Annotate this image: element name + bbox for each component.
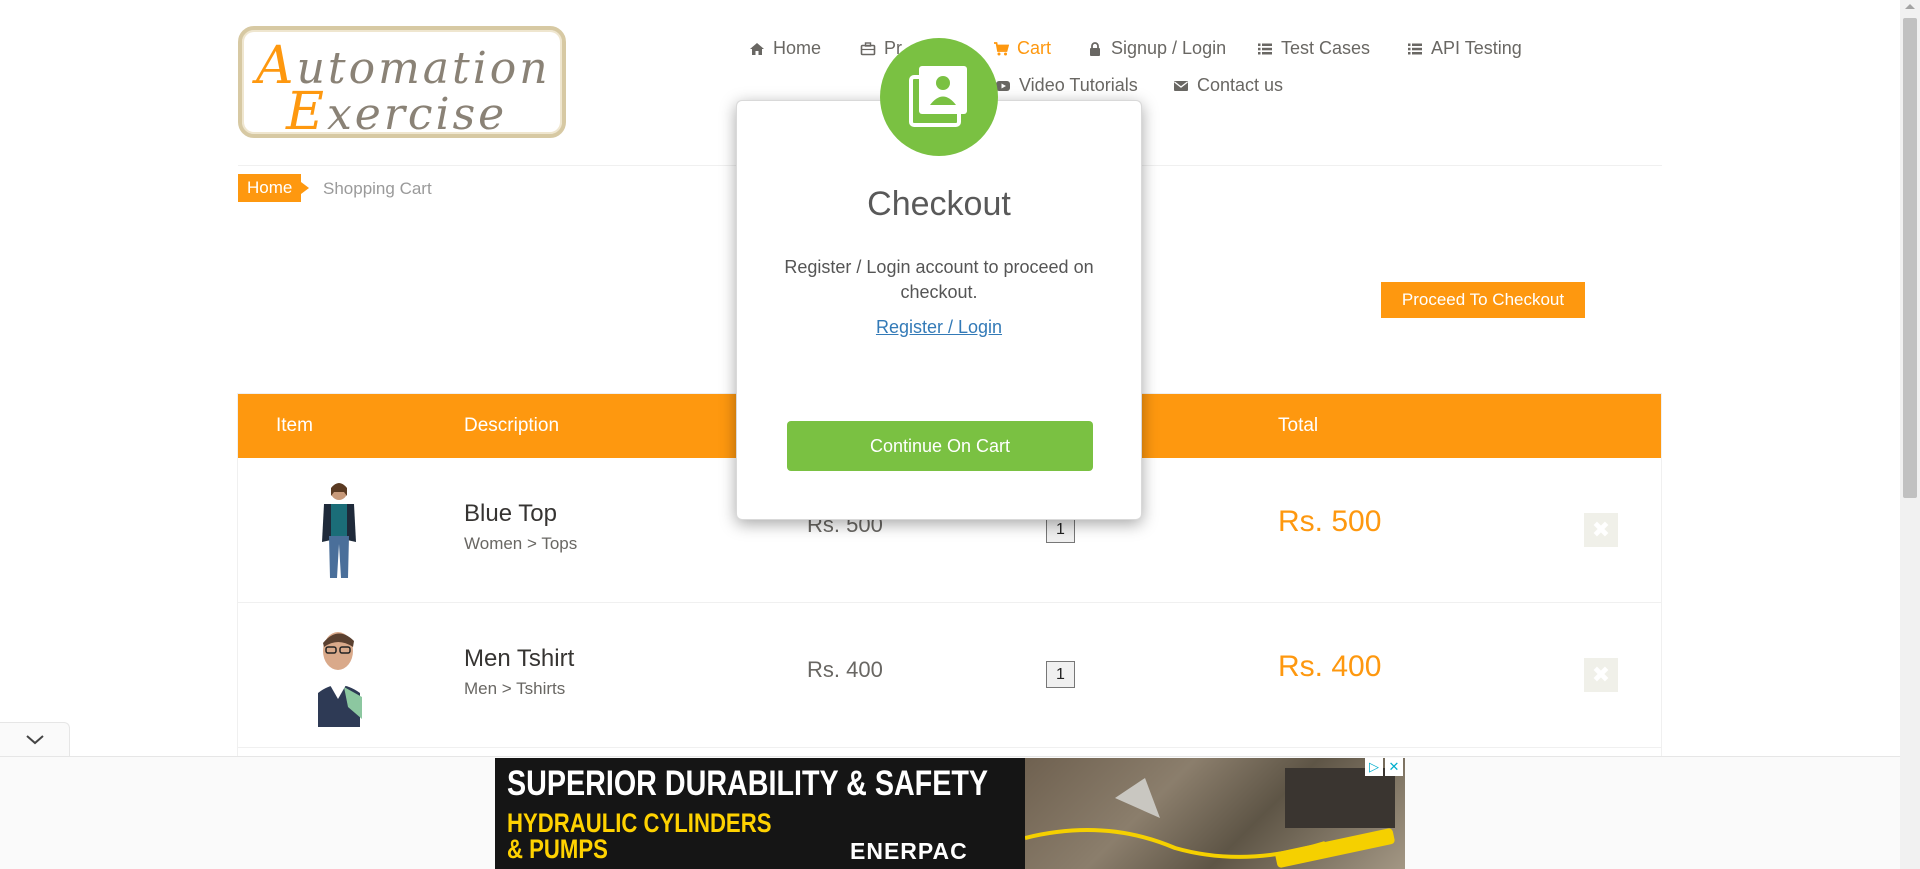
list-icon — [1258, 43, 1272, 54]
chevron-down-icon — [26, 735, 44, 745]
breadcrumb-current: Shopping Cart — [323, 179, 432, 198]
nav-signup-login-label: Signup / Login — [1111, 38, 1227, 58]
proceed-to-checkout-button[interactable]: Proceed To Checkout — [1381, 282, 1585, 318]
product-total: Rs. 500 — [1278, 505, 1382, 538]
breadcrumb-home[interactable]: Home — [238, 174, 310, 202]
user-profile-icon — [880, 38, 998, 156]
ad-photo — [1024, 758, 1405, 869]
scroll-up-icon[interactable] — [1905, 4, 1915, 9]
ad-brand-logo: ENERPAC — [850, 838, 968, 864]
product-image-blue-top[interactable] — [304, 478, 374, 582]
continue-on-cart-button[interactable]: Continue On Cart — [787, 421, 1093, 471]
product-quantity: 1 — [1046, 661, 1075, 688]
product-total: Rs. 400 — [1278, 650, 1382, 683]
ad-banner[interactable]: SUPERIOR DURABILITY & SAFETY HYDRAULIC C… — [495, 758, 1405, 869]
checkout-modal: Checkout Register / Login account to pro… — [736, 100, 1142, 520]
ad-close-icon[interactable]: ✕ — [1385, 758, 1403, 776]
register-login-link[interactable]: Register / Login — [737, 317, 1141, 338]
product-price: Rs. 400 — [807, 657, 883, 682]
logo-line-2: Exercise — [286, 82, 508, 142]
nav-test-cases[interactable]: Test Cases — [1257, 38, 1370, 59]
header-description: Description — [464, 415, 560, 436]
nav-signup-login[interactable]: Signup / Login — [1087, 38, 1226, 59]
page: Automation Exercise Home Pr Cart Signup … — [0, 0, 1920, 869]
briefcase-icon — [860, 41, 876, 55]
modal-title: Checkout — [867, 185, 1011, 223]
ad-choices-icon[interactable]: ▷ — [1365, 758, 1383, 776]
product-name[interactable]: Blue Top — [464, 500, 557, 528]
header-total: Total — [1278, 415, 1319, 436]
delete-icon[interactable]: ✖ — [1584, 513, 1618, 547]
nav-home-label: Home — [773, 38, 822, 58]
modal-message: Register / Login account to proceed on c… — [784, 257, 1094, 302]
ad-collapse-toggle[interactable] — [0, 722, 70, 756]
delete-icon[interactable]: ✖ — [1584, 658, 1618, 692]
product-quantity: 1 — [1046, 516, 1075, 543]
ad-headline: SUPERIOR DURABILITY & SAFETY — [507, 764, 989, 803]
nav-contact-us-label: Contact us — [1197, 75, 1284, 95]
nav-cart[interactable]: Cart — [993, 38, 1051, 59]
nav-test-cases-label: Test Cases — [1281, 38, 1371, 58]
nav-cart-label: Cart — [1017, 38, 1052, 58]
nav-contact-us[interactable]: Contact us — [1173, 75, 1283, 96]
nav-api-testing[interactable]: API Testing — [1407, 38, 1522, 59]
nav-home[interactable]: Home — [749, 38, 821, 59]
lock-icon — [1090, 41, 1100, 56]
table-row: Men Tshirt Men > Tshirts Rs. 400 1 Rs. 4… — [238, 603, 1661, 748]
product-name[interactable]: Men Tshirt — [464, 645, 574, 673]
nav-api-testing-label: API Testing — [1431, 38, 1522, 58]
product-image-men-tshirt[interactable] — [304, 623, 374, 727]
product-category: Women > Tops — [464, 534, 578, 553]
scrollbar-thumb[interactable] — [1903, 18, 1917, 498]
ad-subline-2: & PUMPS — [507, 834, 608, 864]
product-category: Men > Tshirts — [464, 679, 566, 698]
envelope-icon — [1174, 80, 1188, 91]
nav-video-tutorials[interactable]: Video Tutorials — [995, 75, 1138, 96]
list-icon — [1408, 43, 1422, 54]
site-logo[interactable]: Automation Exercise — [238, 26, 566, 142]
page-scrollbar[interactable] — [1900, 0, 1920, 869]
nav-video-tutorials-label: Video Tutorials — [1019, 75, 1138, 95]
header-item: Item — [276, 415, 313, 436]
home-icon — [750, 42, 764, 55]
